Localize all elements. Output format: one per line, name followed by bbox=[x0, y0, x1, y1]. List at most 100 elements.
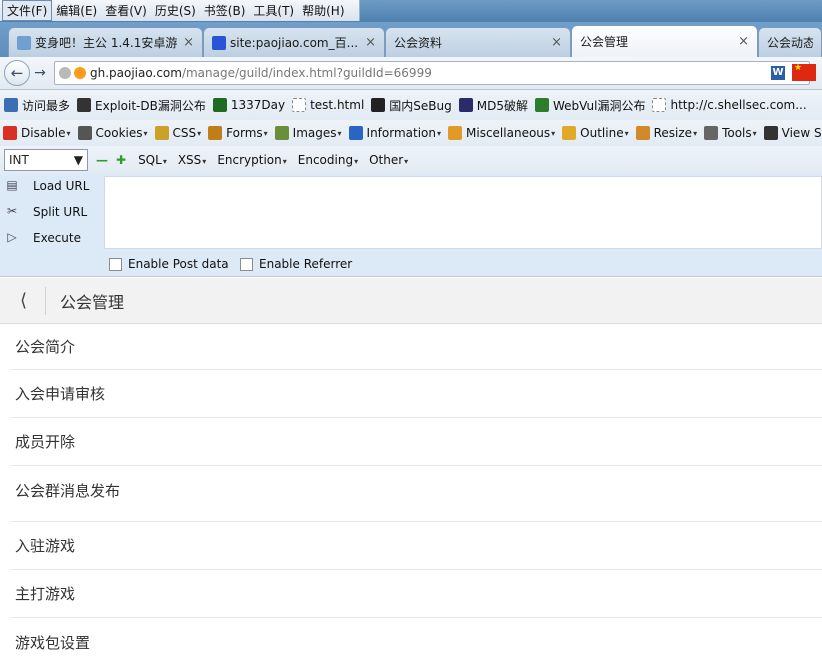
close-tab-icon[interactable]: × bbox=[551, 35, 562, 50]
site-favicon-icon bbox=[74, 67, 86, 79]
hackbar-url-textarea[interactable] bbox=[104, 176, 822, 249]
page-header: ⟨ 公会管理 bbox=[0, 278, 822, 324]
tools-item[interactable]: Tools ▾ bbox=[704, 126, 757, 140]
search-bookmark-icon bbox=[4, 98, 18, 112]
execute-button[interactable]: ▷ Execute bbox=[4, 230, 81, 246]
menu-item-game-package[interactable]: 游戏包设置 bbox=[10, 618, 822, 666]
menu-item-group-message[interactable]: 公会群消息发布 bbox=[10, 466, 822, 522]
minus-icon[interactable]: — bbox=[96, 153, 108, 167]
menu-item-join-requests[interactable]: 入会申请审核 bbox=[10, 370, 822, 418]
menu-item-remove-member[interactable]: 成员开除 bbox=[10, 418, 822, 466]
menu-view[interactable]: 查看(V) bbox=[101, 1, 151, 20]
load-url-button[interactable]: ▤ Load URL bbox=[4, 178, 89, 194]
page-item[interactable]: http://c.shellsec.com... bbox=[652, 98, 807, 112]
search-bookmark-item[interactable]: 访问最多 bbox=[4, 97, 70, 114]
tab-guild-news[interactable]: 公会动态 bbox=[758, 27, 822, 57]
exploit-db-item[interactable]: Exploit-DB漏洞公布 bbox=[77, 97, 206, 114]
close-tab-icon[interactable]: × bbox=[183, 35, 194, 50]
cookies-item[interactable]: Cookies ▾ bbox=[77, 126, 148, 140]
menu-xss[interactable]: XSS▾ bbox=[178, 153, 206, 167]
execute-label: Execute bbox=[33, 231, 81, 245]
view-source-label: View S bbox=[781, 126, 822, 140]
1337day-icon bbox=[212, 98, 227, 112]
back-arrow-icon[interactable]: ⟨ bbox=[20, 286, 46, 315]
menu-item-featured-games[interactable]: 主打游戏 bbox=[10, 570, 822, 618]
menu-history[interactable]: 历史(S) bbox=[151, 1, 200, 20]
miscellaneous-item[interactable]: Miscellaneous ▾ bbox=[448, 126, 555, 140]
menu-help[interactable]: 帮助(H) bbox=[298, 1, 348, 20]
outline-item[interactable]: Outline ▾ bbox=[562, 126, 629, 140]
menu-encryption[interactable]: Encryption▾ bbox=[217, 153, 286, 167]
webvul-item[interactable]: WebVul漏洞公布 bbox=[534, 97, 645, 114]
menu-file[interactable]: 文件(F) bbox=[2, 0, 53, 21]
images-label: Images bbox=[292, 126, 337, 140]
load-url-label: Load URL bbox=[33, 179, 90, 193]
address-bar[interactable]: gh.paojiao.com /manage/guild/index.html?… bbox=[54, 61, 810, 85]
type-select[interactable]: INT ▼ bbox=[4, 149, 88, 171]
play-icon: ▷ bbox=[7, 230, 17, 244]
tab-guild-info[interactable]: 公会资料 × bbox=[385, 27, 571, 57]
china-flag-icon[interactable]: ★ bbox=[792, 64, 816, 81]
css-item[interactable]: CSS ▾ bbox=[154, 126, 201, 140]
page-label: http://c.shellsec.com... bbox=[670, 98, 807, 112]
enable-referrer-checkbox[interactable]: Enable Referrer bbox=[240, 257, 352, 271]
page-item[interactable]: test.html bbox=[292, 98, 364, 112]
checkbox-box[interactable] bbox=[109, 257, 122, 271]
disable-item[interactable]: Disable ▾ bbox=[3, 126, 71, 140]
page-label: test.html bbox=[310, 98, 365, 112]
dropdown-caret-icon: ▾ bbox=[752, 128, 757, 138]
cookies-icon bbox=[77, 126, 92, 140]
menu-edit[interactable]: 编辑(E) bbox=[52, 1, 101, 20]
type-select-value: INT bbox=[9, 153, 29, 167]
miscellaneous-label: Miscellaneous bbox=[466, 126, 551, 140]
arrow-left-icon: ← bbox=[10, 64, 24, 82]
window-titlebar: 文件(F) 编辑(E) 查看(V) 历史(S) 书签(B) 工具(T) 帮助(H… bbox=[0, 0, 822, 22]
search-bookmark-label: 访问最多 bbox=[22, 98, 71, 113]
dropdown-caret-icon: ▾ bbox=[693, 128, 698, 138]
split-url-button[interactable]: ✂ Split URL bbox=[4, 204, 87, 220]
resize-item[interactable]: Resize ▾ bbox=[635, 126, 698, 140]
tab-baidu-search[interactable]: site:paojiao.com_百... × bbox=[203, 27, 385, 57]
tab-label: 公会管理 bbox=[580, 35, 629, 49]
md5-item[interactable]: MD5破解 bbox=[458, 97, 528, 114]
hackbar-panel: ▤ Load URL ✂ Split URL ▷ Execute Enable … bbox=[0, 174, 822, 277]
back-button[interactable]: ← bbox=[4, 60, 30, 86]
menu-item-guild-intro[interactable]: 公会简介 bbox=[10, 324, 822, 370]
forms-item[interactable]: Forms ▾ bbox=[208, 126, 268, 140]
information-item[interactable]: Information ▾ bbox=[348, 126, 441, 140]
outline-label: Outline bbox=[580, 126, 624, 140]
exploit-db-icon bbox=[77, 98, 92, 112]
checkbox-box[interactable] bbox=[240, 257, 253, 271]
menu-tools[interactable]: 工具(T) bbox=[249, 1, 298, 20]
exploit-db-label: Exploit-DB漏洞公布 bbox=[95, 98, 206, 113]
tools-icon bbox=[704, 126, 719, 140]
1337day-label: 1337Day bbox=[230, 98, 286, 112]
enable-referrer-label: Enable Referrer bbox=[259, 257, 353, 271]
css-label: CSS bbox=[172, 126, 197, 140]
tab-label: site:paojiao.com_百... bbox=[230, 36, 359, 50]
information-icon bbox=[348, 126, 363, 140]
word-addon-icon[interactable]: W bbox=[771, 66, 785, 80]
url-path: /manage/guild/index.html?guildId=66999 bbox=[181, 66, 432, 80]
close-tab-icon[interactable]: × bbox=[738, 34, 749, 49]
images-item[interactable]: Images ▾ bbox=[274, 126, 342, 140]
enable-post-data-checkbox[interactable]: Enable Post data bbox=[109, 257, 229, 271]
sebug-item[interactable]: 国内SeBug bbox=[371, 97, 452, 114]
menu-item-settled-games[interactable]: 入驻游戏 bbox=[10, 522, 822, 570]
menu-encoding[interactable]: Encoding▾ bbox=[298, 153, 358, 167]
tab-label: 变身吧！主公 1.4.1安卓游... bbox=[35, 36, 178, 50]
menu-sql[interactable]: SQL▾ bbox=[138, 153, 167, 167]
menu-bar: 文件(F) 编辑(E) 查看(V) 历史(S) 书签(B) 工具(T) 帮助(H… bbox=[0, 0, 360, 21]
tab-bianshenba[interactable]: 变身吧！主公 1.4.1安卓游... × bbox=[8, 27, 203, 57]
tab-guild-management[interactable]: 公会管理 × bbox=[571, 25, 758, 57]
menu-bookmarks[interactable]: 书签(B) bbox=[200, 1, 250, 20]
menu-other[interactable]: Other▾ bbox=[369, 153, 408, 167]
forward-button[interactable]: → bbox=[30, 62, 50, 84]
information-label: Information bbox=[366, 126, 436, 140]
md5-label: MD5破解 bbox=[476, 98, 528, 113]
close-tab-icon[interactable]: × bbox=[365, 35, 376, 50]
view-source-item[interactable]: View S bbox=[763, 126, 822, 140]
forms-icon bbox=[208, 126, 223, 140]
plus-icon[interactable]: ✚ bbox=[116, 153, 126, 167]
1337day-item[interactable]: 1337Day bbox=[212, 98, 286, 112]
